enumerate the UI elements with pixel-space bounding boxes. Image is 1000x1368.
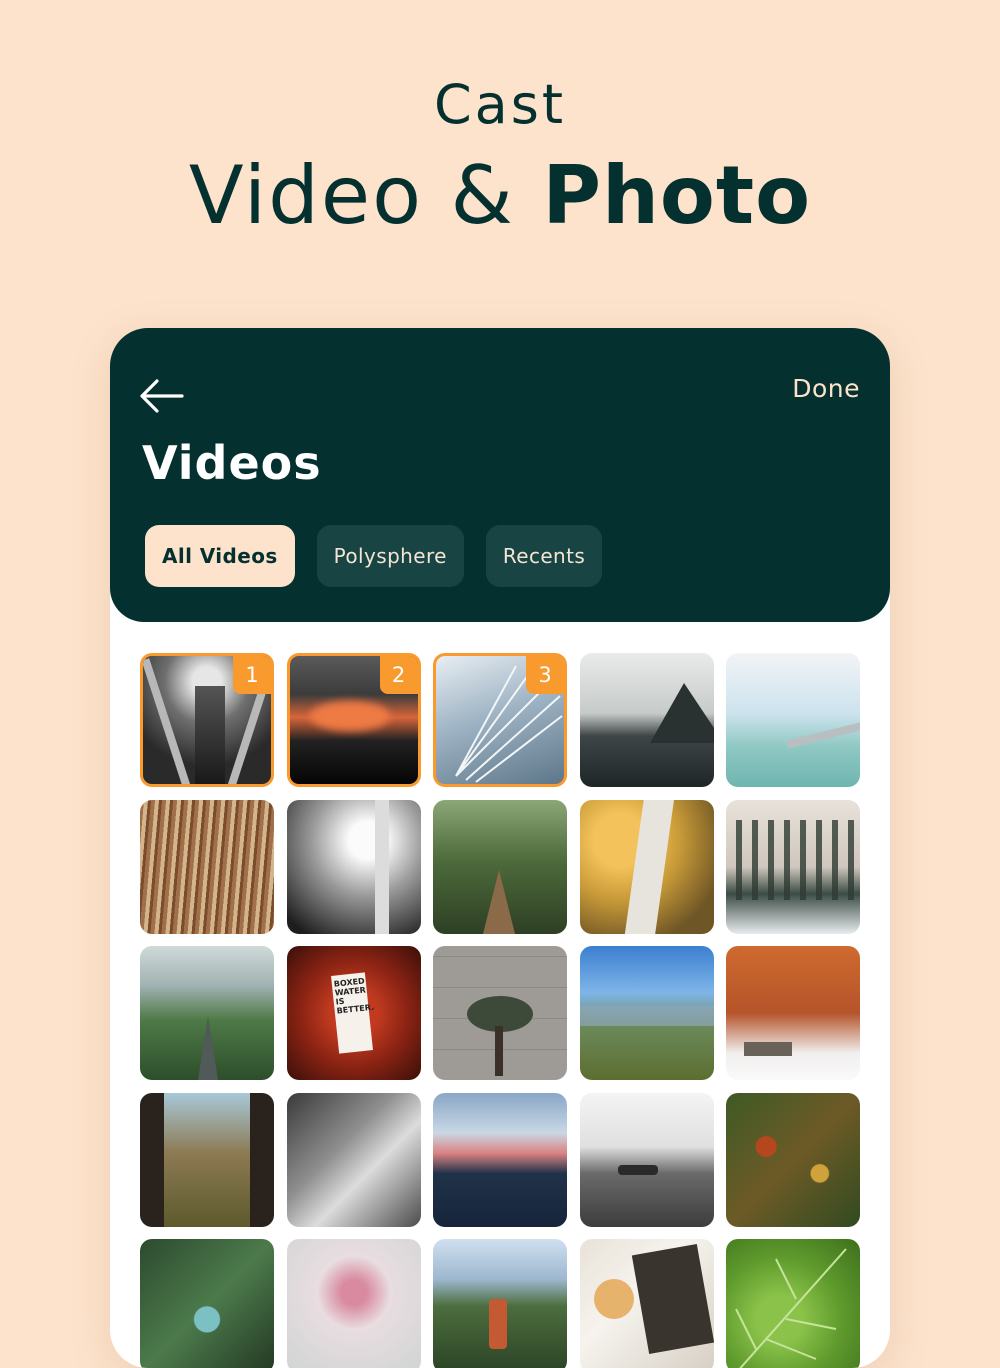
media-thumbnail[interactable] [433, 799, 567, 934]
media-thumbnail[interactable] [726, 653, 860, 787]
promo-subtitle: Cast [433, 73, 567, 136]
media-grid: 1 2 3 BOXED WATER IS BETTER. [140, 653, 860, 1368]
media-thumbnail[interactable] [726, 1092, 860, 1227]
media-thumbnail[interactable]: 1 [140, 653, 274, 787]
media-thumbnail[interactable]: 3 [433, 653, 567, 787]
promo-title-bold: Photo [542, 149, 812, 242]
done-button[interactable]: Done [792, 374, 860, 403]
media-thumbnail[interactable] [726, 1239, 860, 1368]
media-thumbnail[interactable] [579, 1239, 714, 1368]
page-title: Videos [142, 436, 322, 490]
media-thumbnail[interactable] [286, 799, 421, 934]
picker-header: Done Videos All Videos Polysphere Recent… [110, 328, 890, 622]
media-thumbnail[interactable] [579, 799, 714, 934]
media-thumbnail[interactable]: 2 [286, 653, 421, 787]
back-button[interactable] [138, 376, 186, 416]
tab-all-videos[interactable]: All Videos [145, 525, 295, 587]
media-thumbnail[interactable] [286, 1092, 421, 1227]
media-thumbnail[interactable] [433, 946, 567, 1080]
filter-tabs: All Videos Polysphere Recents [145, 525, 603, 587]
selection-badge: 1 [233, 656, 271, 694]
video-picker-panel: Done Videos All Videos Polysphere Recent… [110, 328, 890, 1368]
media-thumbnail[interactable] [140, 799, 274, 934]
media-thumbnail[interactable] [140, 946, 274, 1080]
media-thumbnail[interactable] [433, 1092, 567, 1227]
media-thumbnail[interactable] [286, 1239, 421, 1368]
media-thumbnail[interactable] [726, 946, 860, 1080]
media-thumbnail[interactable] [579, 946, 714, 1080]
media-thumbnail[interactable] [726, 799, 860, 934]
media-thumbnail[interactable] [140, 1239, 274, 1368]
media-thumbnail[interactable] [579, 1092, 714, 1227]
promo-title-light: Video & [188, 149, 543, 242]
media-thumbnail[interactable] [579, 653, 714, 787]
promo-title: Video & Photo [0, 148, 1000, 244]
tab-polysphere[interactable]: Polysphere [316, 525, 464, 587]
boxed-water-carton: BOXED WATER IS BETTER. [330, 972, 374, 1054]
selection-badge: 3 [526, 656, 564, 694]
media-thumbnail[interactable]: BOXED WATER IS BETTER. [286, 946, 421, 1080]
media-thumbnail[interactable] [140, 1092, 274, 1227]
arrow-left-icon [140, 379, 184, 413]
media-thumbnail[interactable] [433, 1239, 567, 1368]
selection-badge: 2 [379, 656, 418, 694]
tab-recents[interactable]: Recents [485, 525, 603, 587]
